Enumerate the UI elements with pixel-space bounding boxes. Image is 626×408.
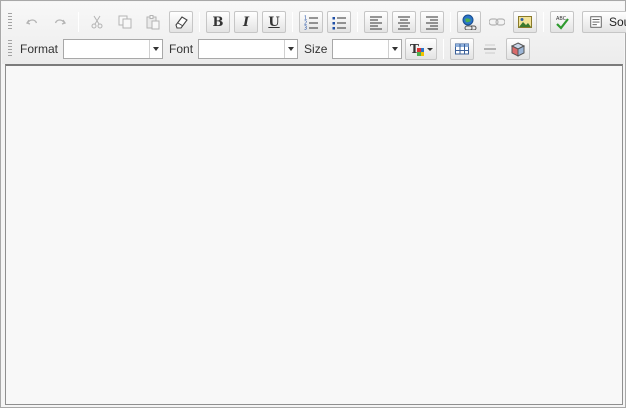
font-label: Font [169, 42, 194, 56]
align-right-icon [426, 16, 438, 30]
separator [78, 12, 79, 32]
list-group: 123 [295, 9, 355, 35]
cube-icon [511, 42, 526, 57]
format-label: Format [20, 42, 59, 56]
image-icon [518, 16, 532, 28]
paste-button[interactable] [141, 11, 165, 33]
spellcheck-icon: ABC [556, 16, 569, 30]
text-color-button[interactable]: T [405, 38, 438, 60]
insert-group [446, 36, 534, 62]
globe-link-icon [462, 14, 477, 30]
copy-icon [118, 15, 132, 29]
editor-toolbar: B I U 123 ABC So Format Font Size T [2, 2, 626, 64]
align-left-button[interactable] [364, 11, 388, 33]
toolbar-grip[interactable] [8, 40, 12, 58]
separator [443, 39, 445, 59]
paste-icon [146, 15, 160, 30]
separator [450, 12, 451, 32]
spellcheck-button[interactable]: ABC [550, 11, 574, 33]
basic-style-group: B I U [202, 9, 290, 35]
toolbar-row-1: B I U 123 ABC So [2, 8, 626, 36]
align-center-icon [398, 16, 410, 30]
unlink-button[interactable] [485, 11, 509, 33]
source-icon [590, 16, 602, 28]
links-group [453, 9, 541, 35]
source-label: Source [609, 15, 626, 29]
bulleted-list-icon [332, 17, 346, 30]
editor-content-area[interactable] [5, 64, 623, 405]
undo-redo-group [16, 9, 76, 35]
format-select[interactable] [63, 39, 164, 59]
separator [357, 12, 358, 32]
chevron-down-icon [284, 40, 297, 58]
horizontal-rule-button[interactable] [478, 38, 502, 60]
size-label: Size [304, 42, 328, 56]
redo-button[interactable] [48, 11, 72, 33]
font-select[interactable] [198, 39, 299, 59]
align-center-button[interactable] [392, 11, 416, 33]
underline-button[interactable]: U [262, 11, 286, 33]
clipboard-group [81, 9, 197, 35]
align-left-icon [370, 16, 382, 30]
separator [543, 12, 544, 32]
bulleted-list-button[interactable] [327, 11, 351, 33]
horizontal-rule-icon [484, 44, 497, 54]
separator [292, 12, 293, 32]
svg-text:3: 3 [304, 26, 307, 31]
spellcheck-group: ABC [546, 9, 578, 35]
table-icon [455, 43, 470, 55]
cut-button[interactable] [85, 11, 109, 33]
scissors-icon [91, 15, 103, 29]
source-button[interactable]: Source [582, 11, 626, 33]
align-group [360, 9, 448, 35]
toolbar-grip[interactable] [8, 13, 12, 31]
align-right-button[interactable] [420, 11, 444, 33]
copy-button[interactable] [113, 11, 137, 33]
text-color-icon: T [410, 42, 425, 56]
rich-text-editor: B I U 123 ABC So Format Font Size T [0, 0, 626, 408]
special-char-button[interactable] [506, 38, 531, 60]
link-button[interactable] [457, 11, 481, 33]
image-button[interactable] [513, 11, 537, 33]
undo-button[interactable] [20, 11, 44, 33]
redo-icon [54, 19, 67, 25]
chevron-down-icon [149, 40, 162, 58]
italic-button[interactable]: I [234, 11, 258, 33]
chevron-down-icon [388, 40, 401, 58]
separator [199, 12, 200, 32]
undo-icon [25, 19, 38, 25]
chevron-down-icon [427, 47, 434, 51]
eraser-icon [175, 16, 188, 29]
bold-button[interactable]: B [206, 11, 230, 33]
unlink-icon [489, 18, 505, 26]
numbered-list-icon: 123 [304, 16, 318, 31]
numbered-list-button[interactable]: 123 [299, 11, 323, 33]
size-select[interactable] [332, 39, 403, 59]
toolbar-row-2: Format Font Size T [2, 35, 534, 63]
remove-format-button[interactable] [169, 11, 193, 33]
table-button[interactable] [450, 38, 475, 60]
